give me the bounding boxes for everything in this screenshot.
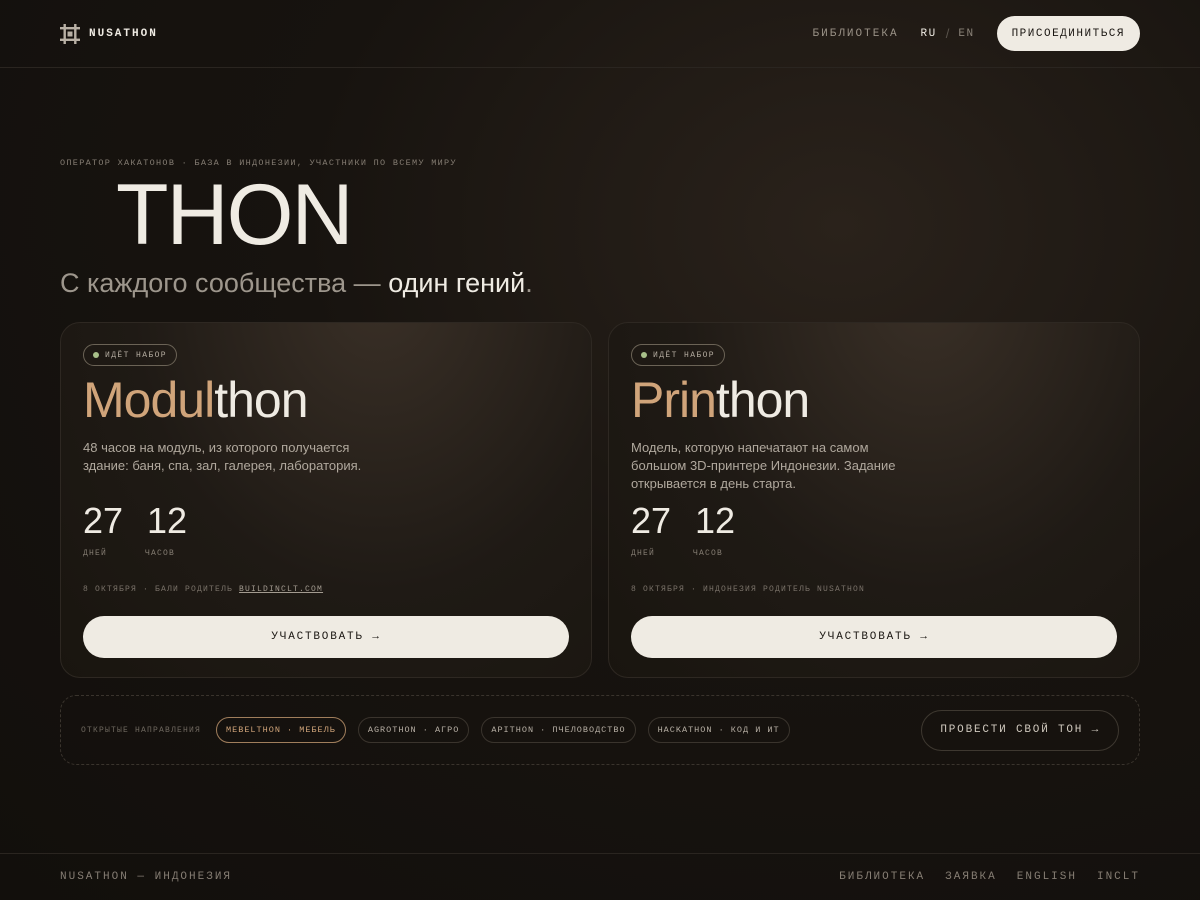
card-title: Modulthon xyxy=(83,372,309,428)
brand[interactable]: NUSATHON xyxy=(60,23,158,44)
card-title-accent: Modul xyxy=(83,372,215,428)
footer-copy: NUSATHON — ИНДОНЕЗИЯ xyxy=(60,871,233,883)
card-title-rest: thon xyxy=(715,372,810,428)
footer-link-english[interactable]: ENGLISH xyxy=(1017,871,1077,883)
card-meta: 8 ОКТЯБРЯ · БАЛИ РОДИТЕЛЬ BUILDINCLT.COM xyxy=(83,585,323,594)
card-meta-text: 8 ОКТЯБРЯ · БАЛИ РОДИТЕЛЬ xyxy=(83,585,240,594)
status-badge: ИДЁТ НАБОР xyxy=(631,344,726,366)
parent-link[interactable]: BUILDINCLT.COM xyxy=(239,585,323,594)
countdown-days: 27 xyxy=(83,500,124,541)
card-title-accent: Prin xyxy=(631,372,717,428)
tagline-end: . xyxy=(525,268,533,298)
footer-link-inclt[interactable]: INCLT xyxy=(1097,871,1140,883)
hero-tagline: С каждого сообщества — один гений. xyxy=(60,268,533,299)
track-chip-mebelthon[interactable]: MEBELTHON · МЕБЕЛЬ xyxy=(216,717,346,743)
lang-separator: / xyxy=(945,26,950,41)
participate-button[interactable]: УЧАСТВОВАТЬ → xyxy=(83,616,569,658)
countdown-hours: 12 xyxy=(695,500,736,541)
status-badge-label: ИДЁТ НАБОР xyxy=(653,350,716,360)
footer-link-library[interactable]: БИБЛИОТЕКА xyxy=(839,871,925,883)
track-chip-agrothon[interactable]: AGROTHON · АГРО xyxy=(357,717,470,743)
card-meta-text: 8 ОКТЯБРЯ · ИНДОНЕЗИЯ РОДИТЕЛЬ NUSATHON xyxy=(631,585,866,594)
join-button[interactable]: ПРИСОЕДИНИТЬСЯ xyxy=(996,16,1140,51)
card-title: Printhon xyxy=(631,372,810,428)
top-nav: БИБЛИОТЕКА RU / EN ПРИСОЕДИНИТЬСЯ xyxy=(813,16,1140,51)
lang-en[interactable]: EN xyxy=(958,28,974,40)
status-dot-icon xyxy=(641,352,647,358)
hero-title: THON xyxy=(116,167,354,263)
brand-name: NUSATHON xyxy=(89,27,158,40)
countdown-hours: 12 xyxy=(147,500,188,541)
footer-links: БИБЛИОТЕКА ЗАЯВКА ENGLISH INCLT xyxy=(839,871,1140,883)
site-footer: NUSATHON — ИНДОНЕЗИЯ БИБЛИОТЕКА ЗАЯВКА E… xyxy=(0,853,1200,900)
status-badge-label: ИДЁТ НАБОР xyxy=(105,350,168,360)
site-header: NUSATHON БИБЛИОТЕКА RU / EN ПРИСОЕДИНИТЬ… xyxy=(0,0,1200,68)
card-description: 48 часов на модуль, из которого получает… xyxy=(83,440,362,473)
countdown-hours-label: ЧАСОВ xyxy=(145,549,176,558)
track-chip-apithon[interactable]: APITHON · ПЧЕЛОВОДСТВО xyxy=(481,717,636,743)
countdown-hours-label: ЧАСОВ xyxy=(693,549,724,558)
open-tracks-bar: ОТКРЫТЫЕ НАПРАВЛЕНИЯ MEBELTHON · МЕБЕЛЬ … xyxy=(60,695,1140,765)
lang-ru[interactable]: RU xyxy=(921,28,937,40)
card-meta: 8 ОКТЯБРЯ · ИНДОНЕЗИЯ РОДИТЕЛЬ NUSATHON xyxy=(631,585,865,594)
event-card-modulthon: ИДЁТ НАБОР Modulthon 48 часов на модуль,… xyxy=(60,322,592,678)
participate-button[interactable]: УЧАСТВОВАТЬ → xyxy=(631,616,1117,658)
tagline-highlight: один гений xyxy=(388,268,526,298)
host-your-thon-button[interactable]: ПРОВЕСТИ СВОЙ ТОН → xyxy=(921,709,1119,751)
footer-link-application[interactable]: ЗАЯВКА xyxy=(945,871,997,883)
logo-icon xyxy=(60,23,80,44)
status-badge: ИДЁТ НАБОР xyxy=(83,344,178,366)
nav-library-link[interactable]: БИБЛИОТЕКА xyxy=(813,28,899,40)
track-chip-hackathon[interactable]: HACKATHON · КОД И ИТ xyxy=(647,717,790,743)
tagline-start: С каждого сообщества — xyxy=(60,268,389,298)
event-card-printhon: ИДЁТ НАБОР Printhon Модель, которую напе… xyxy=(608,322,1140,678)
countdown-days: 27 xyxy=(631,500,672,541)
card-description: Модель, которую напечатают на самом боль… xyxy=(631,440,896,491)
tracks-label: ОТКРЫТЫЕ НАПРАВЛЕНИЯ xyxy=(81,725,202,735)
status-dot-icon xyxy=(93,352,99,358)
countdown-days-label: ДНЕЙ xyxy=(83,549,108,558)
countdown-days-label: ДНЕЙ xyxy=(631,549,656,558)
card-title-rest: thon xyxy=(214,372,308,428)
